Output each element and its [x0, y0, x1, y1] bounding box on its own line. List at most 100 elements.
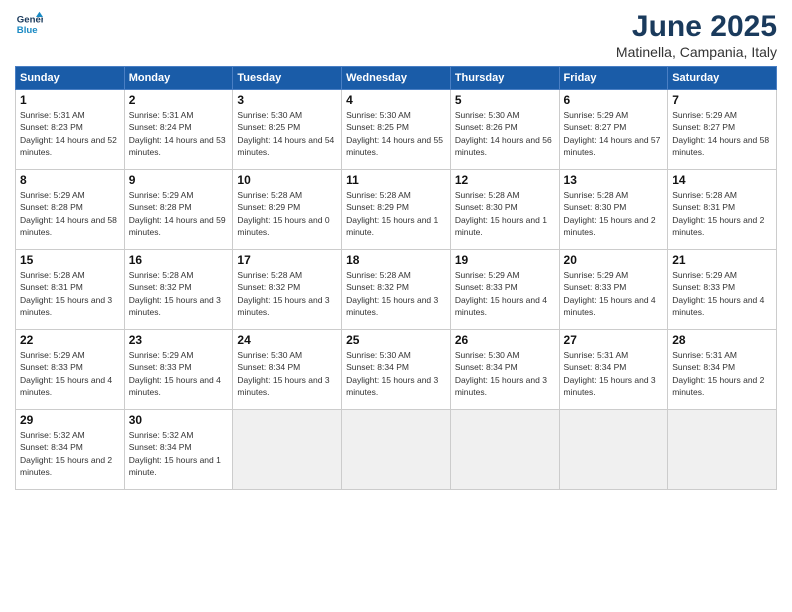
- day-number: 27: [564, 333, 664, 347]
- day-info: Sunrise: 5:28 AM Sunset: 8:30 PM Dayligh…: [564, 189, 664, 238]
- calendar-table: SundayMondayTuesdayWednesdayThursdayFrid…: [15, 66, 777, 490]
- day-number: 1: [20, 93, 120, 107]
- calendar-cell: 8 Sunrise: 5:29 AM Sunset: 8:28 PM Dayli…: [16, 170, 125, 250]
- day-info: Sunrise: 5:28 AM Sunset: 8:29 PM Dayligh…: [346, 189, 446, 238]
- day-info: Sunrise: 5:32 AM Sunset: 8:34 PM Dayligh…: [20, 429, 120, 478]
- calendar-cell: 15 Sunrise: 5:28 AM Sunset: 8:31 PM Dayl…: [16, 250, 125, 330]
- svg-text:Blue: Blue: [17, 25, 38, 36]
- calendar-cell: 24 Sunrise: 5:30 AM Sunset: 8:34 PM Dayl…: [233, 330, 342, 410]
- calendar-cell: 13 Sunrise: 5:28 AM Sunset: 8:30 PM Dayl…: [559, 170, 668, 250]
- day-number: 17: [237, 253, 337, 267]
- weekday-monday: Monday: [124, 67, 233, 90]
- calendar-cell: 9 Sunrise: 5:29 AM Sunset: 8:28 PM Dayli…: [124, 170, 233, 250]
- day-number: 15: [20, 253, 120, 267]
- calendar-cell: [342, 410, 451, 490]
- calendar-cell: 26 Sunrise: 5:30 AM Sunset: 8:34 PM Dayl…: [450, 330, 559, 410]
- day-number: 26: [455, 333, 555, 347]
- calendar-cell: 18 Sunrise: 5:28 AM Sunset: 8:32 PM Dayl…: [342, 250, 451, 330]
- day-info: Sunrise: 5:29 AM Sunset: 8:33 PM Dayligh…: [455, 269, 555, 318]
- day-number: 5: [455, 93, 555, 107]
- day-info: Sunrise: 5:30 AM Sunset: 8:25 PM Dayligh…: [346, 109, 446, 158]
- day-number: 14: [672, 173, 772, 187]
- day-number: 23: [129, 333, 229, 347]
- calendar-cell: 30 Sunrise: 5:32 AM Sunset: 8:34 PM Dayl…: [124, 410, 233, 490]
- title-block: June 2025 Matinella, Campania, Italy: [616, 10, 777, 60]
- calendar-week-1: 1 Sunrise: 5:31 AM Sunset: 8:23 PM Dayli…: [16, 90, 777, 170]
- day-number: 19: [455, 253, 555, 267]
- day-number: 30: [129, 413, 229, 427]
- weekday-saturday: Saturday: [668, 67, 777, 90]
- day-info: Sunrise: 5:30 AM Sunset: 8:34 PM Dayligh…: [346, 349, 446, 398]
- calendar-cell: 27 Sunrise: 5:31 AM Sunset: 8:34 PM Dayl…: [559, 330, 668, 410]
- calendar-cell: [668, 410, 777, 490]
- day-number: 12: [455, 173, 555, 187]
- day-number: 18: [346, 253, 446, 267]
- weekday-header-row: SundayMondayTuesdayWednesdayThursdayFrid…: [16, 67, 777, 90]
- calendar-cell: 17 Sunrise: 5:28 AM Sunset: 8:32 PM Dayl…: [233, 250, 342, 330]
- calendar-week-2: 8 Sunrise: 5:29 AM Sunset: 8:28 PM Dayli…: [16, 170, 777, 250]
- day-info: Sunrise: 5:28 AM Sunset: 8:32 PM Dayligh…: [129, 269, 229, 318]
- day-number: 16: [129, 253, 229, 267]
- calendar-cell: 14 Sunrise: 5:28 AM Sunset: 8:31 PM Dayl…: [668, 170, 777, 250]
- calendar-cell: 1 Sunrise: 5:31 AM Sunset: 8:23 PM Dayli…: [16, 90, 125, 170]
- day-number: 25: [346, 333, 446, 347]
- day-number: 7: [672, 93, 772, 107]
- day-number: 20: [564, 253, 664, 267]
- calendar-cell: 4 Sunrise: 5:30 AM Sunset: 8:25 PM Dayli…: [342, 90, 451, 170]
- weekday-sunday: Sunday: [16, 67, 125, 90]
- day-info: Sunrise: 5:29 AM Sunset: 8:27 PM Dayligh…: [672, 109, 772, 158]
- day-info: Sunrise: 5:29 AM Sunset: 8:33 PM Dayligh…: [20, 349, 120, 398]
- day-info: Sunrise: 5:29 AM Sunset: 8:28 PM Dayligh…: [20, 189, 120, 238]
- day-number: 21: [672, 253, 772, 267]
- weekday-friday: Friday: [559, 67, 668, 90]
- header: General Blue June 2025 Matinella, Campan…: [15, 10, 777, 60]
- day-info: Sunrise: 5:30 AM Sunset: 8:34 PM Dayligh…: [455, 349, 555, 398]
- day-info: Sunrise: 5:28 AM Sunset: 8:32 PM Dayligh…: [237, 269, 337, 318]
- day-info: Sunrise: 5:29 AM Sunset: 8:33 PM Dayligh…: [672, 269, 772, 318]
- day-number: 28: [672, 333, 772, 347]
- calendar-cell: 22 Sunrise: 5:29 AM Sunset: 8:33 PM Dayl…: [16, 330, 125, 410]
- logo-icon: General Blue: [15, 10, 43, 38]
- calendar-title: June 2025: [616, 10, 777, 44]
- calendar-week-5: 29 Sunrise: 5:32 AM Sunset: 8:34 PM Dayl…: [16, 410, 777, 490]
- day-info: Sunrise: 5:29 AM Sunset: 8:33 PM Dayligh…: [129, 349, 229, 398]
- day-number: 13: [564, 173, 664, 187]
- day-number: 2: [129, 93, 229, 107]
- calendar-cell: 25 Sunrise: 5:30 AM Sunset: 8:34 PM Dayl…: [342, 330, 451, 410]
- day-number: 3: [237, 93, 337, 107]
- day-number: 11: [346, 173, 446, 187]
- day-number: 22: [20, 333, 120, 347]
- calendar-cell: 12 Sunrise: 5:28 AM Sunset: 8:30 PM Dayl…: [450, 170, 559, 250]
- calendar-cell: 21 Sunrise: 5:29 AM Sunset: 8:33 PM Dayl…: [668, 250, 777, 330]
- calendar-cell: 23 Sunrise: 5:29 AM Sunset: 8:33 PM Dayl…: [124, 330, 233, 410]
- calendar-cell: 20 Sunrise: 5:29 AM Sunset: 8:33 PM Dayl…: [559, 250, 668, 330]
- day-info: Sunrise: 5:30 AM Sunset: 8:34 PM Dayligh…: [237, 349, 337, 398]
- calendar-subtitle: Matinella, Campania, Italy: [616, 44, 777, 60]
- day-number: 29: [20, 413, 120, 427]
- calendar-cell: 3 Sunrise: 5:30 AM Sunset: 8:25 PM Dayli…: [233, 90, 342, 170]
- day-number: 9: [129, 173, 229, 187]
- calendar-week-4: 22 Sunrise: 5:29 AM Sunset: 8:33 PM Dayl…: [16, 330, 777, 410]
- day-info: Sunrise: 5:31 AM Sunset: 8:34 PM Dayligh…: [672, 349, 772, 398]
- calendar-cell: [233, 410, 342, 490]
- calendar-cell: 16 Sunrise: 5:28 AM Sunset: 8:32 PM Dayl…: [124, 250, 233, 330]
- calendar-cell: [450, 410, 559, 490]
- calendar-cell: 5 Sunrise: 5:30 AM Sunset: 8:26 PM Dayli…: [450, 90, 559, 170]
- day-info: Sunrise: 5:30 AM Sunset: 8:25 PM Dayligh…: [237, 109, 337, 158]
- day-info: Sunrise: 5:28 AM Sunset: 8:32 PM Dayligh…: [346, 269, 446, 318]
- day-info: Sunrise: 5:29 AM Sunset: 8:27 PM Dayligh…: [564, 109, 664, 158]
- day-info: Sunrise: 5:31 AM Sunset: 8:34 PM Dayligh…: [564, 349, 664, 398]
- calendar-container: General Blue June 2025 Matinella, Campan…: [0, 0, 792, 612]
- calendar-cell: 6 Sunrise: 5:29 AM Sunset: 8:27 PM Dayli…: [559, 90, 668, 170]
- calendar-cell: 7 Sunrise: 5:29 AM Sunset: 8:27 PM Dayli…: [668, 90, 777, 170]
- day-number: 8: [20, 173, 120, 187]
- calendar-cell: 2 Sunrise: 5:31 AM Sunset: 8:24 PM Dayli…: [124, 90, 233, 170]
- day-info: Sunrise: 5:32 AM Sunset: 8:34 PM Dayligh…: [129, 429, 229, 478]
- calendar-cell: 28 Sunrise: 5:31 AM Sunset: 8:34 PM Dayl…: [668, 330, 777, 410]
- day-info: Sunrise: 5:28 AM Sunset: 8:29 PM Dayligh…: [237, 189, 337, 238]
- calendar-cell: 19 Sunrise: 5:29 AM Sunset: 8:33 PM Dayl…: [450, 250, 559, 330]
- day-number: 24: [237, 333, 337, 347]
- weekday-tuesday: Tuesday: [233, 67, 342, 90]
- day-info: Sunrise: 5:29 AM Sunset: 8:33 PM Dayligh…: [564, 269, 664, 318]
- day-number: 6: [564, 93, 664, 107]
